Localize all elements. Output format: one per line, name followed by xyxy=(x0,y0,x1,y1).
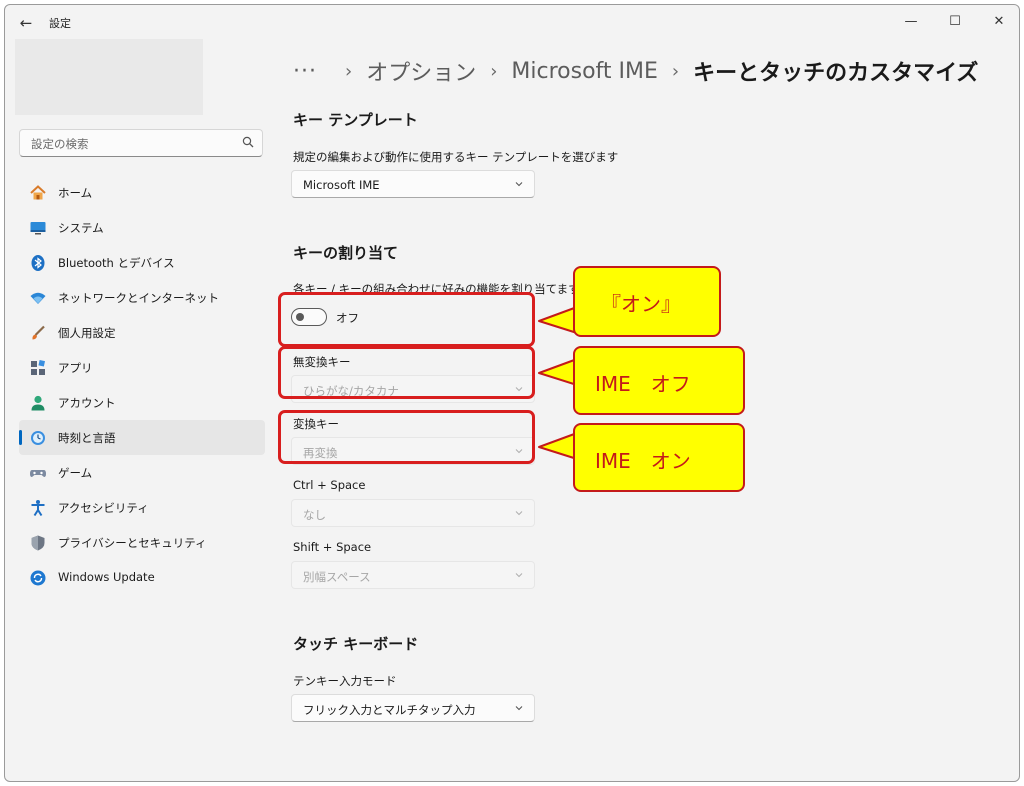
callout-text: IME オフ xyxy=(595,372,691,396)
breadcrumb-separator: › xyxy=(490,60,498,82)
breadcrumb-overflow-button[interactable]: ··· xyxy=(293,59,317,84)
shield-icon xyxy=(31,535,45,551)
callout-pointer-henkan xyxy=(538,432,578,460)
callout-pointer-muhenkan xyxy=(538,358,578,386)
tenkey-mode-label: テンキー入力モード xyxy=(293,674,397,688)
chevron-down-icon xyxy=(515,182,523,187)
chevron-down-icon xyxy=(515,706,523,711)
callout-text: 『オン』 xyxy=(601,292,681,316)
callout-text: IME オン xyxy=(595,449,691,473)
sidebar-item-label: ホーム xyxy=(58,186,93,200)
sidebar-item-personalization[interactable]: 個人用設定 xyxy=(19,315,265,350)
callout-pointer-toggle xyxy=(538,306,578,334)
dropdown-value: なし xyxy=(303,508,326,522)
sidebar-item-label: ネットワークとインターネット xyxy=(58,291,219,305)
sidebar-nav: ホーム システム Bluetooth とデバイス ネットワークとインターネット xyxy=(19,175,265,595)
windows-update-icon xyxy=(30,570,46,586)
callout-ime-on: IME オン xyxy=(573,423,745,492)
account-profile-area[interactable] xyxy=(15,39,203,115)
sidebar-item-label: システム xyxy=(58,221,104,235)
sidebar-item-label: 個人用設定 xyxy=(58,326,116,340)
search-placeholder: 設定の検索 xyxy=(31,137,89,151)
sidebar-item-label: プライバシーとセキュリティ xyxy=(58,536,207,550)
sidebar-item-network[interactable]: ネットワークとインターネット xyxy=(19,280,265,315)
section-title-key-template: キー テンプレート xyxy=(293,111,418,129)
shift-space-dropdown[interactable]: 別幅スペース xyxy=(291,561,535,589)
dropdown-value: フリック入力とマルチタップ入力 xyxy=(303,703,476,717)
sidebar-item-label: アプリ xyxy=(58,361,93,375)
ctrl-space-dropdown[interactable]: なし xyxy=(291,499,535,527)
account-icon xyxy=(31,395,45,411)
sidebar-item-home[interactable]: ホーム xyxy=(19,175,265,210)
breadcrumb: ··· › オプション › Microsoft IME › キーとタッチのカスタ… xyxy=(293,54,978,88)
settings-window: ← 設定 — ☐ ✕ 設定の検索 ホーム システム Bluetooth とデバイ… xyxy=(4,4,1020,782)
breadcrumb-item-microsoft-ime[interactable]: Microsoft IME xyxy=(511,59,657,84)
sidebar-item-label: Windows Update xyxy=(58,570,155,584)
app-title: 設定 xyxy=(49,17,71,30)
bluetooth-icon xyxy=(31,255,45,271)
maximize-button[interactable]: ☐ xyxy=(935,9,975,35)
apps-icon xyxy=(31,359,46,375)
settings-search-input[interactable]: 設定の検索 xyxy=(19,129,263,157)
system-icon xyxy=(30,222,46,235)
sidebar-item-gaming[interactable]: ゲーム xyxy=(19,455,265,490)
sidebar-item-windows-update[interactable]: Windows Update xyxy=(19,560,265,595)
sidebar-item-label: アクセシビリティ xyxy=(58,501,149,515)
sidebar-item-accessibility[interactable]: アクセシビリティ xyxy=(19,490,265,525)
sidebar-item-accounts[interactable]: アカウント xyxy=(19,385,265,420)
breadcrumb-item-options[interactable]: オプション xyxy=(366,55,476,87)
sidebar-item-time-language[interactable]: 時刻と言語 xyxy=(19,420,265,455)
wifi-icon xyxy=(30,292,46,304)
minimize-button[interactable]: — xyxy=(891,9,931,35)
section-title-touch-keyboard: タッチ キーボード xyxy=(293,635,419,653)
chevron-down-icon xyxy=(515,573,523,578)
breadcrumb-separator: › xyxy=(671,60,680,82)
sidebar-item-label: Bluetooth とデバイス xyxy=(58,256,175,270)
sidebar-item-apps[interactable]: アプリ xyxy=(19,350,265,385)
time-language-icon xyxy=(31,431,45,445)
page-title: キーとタッチのカスタマイズ xyxy=(693,61,979,86)
chevron-down-icon xyxy=(515,511,523,516)
sidebar-item-label: アカウント xyxy=(58,396,116,410)
shift-space-label: Shift + Space xyxy=(293,540,372,554)
sidebar-item-label: 時刻と言語 xyxy=(58,431,116,445)
title-bar: ← 設定 — ☐ ✕ xyxy=(5,5,1019,41)
key-template-description: 規定の編集および動作に使用するキー テンプレートを選びます xyxy=(293,150,619,164)
sidebar-item-label: ゲーム xyxy=(58,466,93,480)
brush-icon xyxy=(32,325,45,340)
sidebar-item-privacy[interactable]: プライバシーとセキュリティ xyxy=(19,525,265,560)
breadcrumb-separator: › xyxy=(344,60,353,82)
highlight-toggle xyxy=(278,292,535,347)
back-button[interactable]: ← xyxy=(17,14,35,32)
highlight-muhenkan xyxy=(278,346,535,399)
sidebar-item-system[interactable]: システム xyxy=(19,210,265,245)
highlight-henkan xyxy=(278,410,535,464)
ctrl-space-label: Ctrl + Space xyxy=(293,478,366,492)
dropdown-value: Microsoft IME xyxy=(303,178,380,192)
accessibility-icon xyxy=(31,500,45,517)
key-template-dropdown[interactable]: Microsoft IME xyxy=(291,170,535,198)
close-button[interactable]: ✕ xyxy=(979,9,1019,35)
section-title-key-assign: キーの割り当て xyxy=(293,244,399,262)
dropdown-value: 別幅スペース xyxy=(303,570,371,584)
home-icon xyxy=(30,185,46,200)
callout-toggle-on: 『オン』 xyxy=(573,266,721,337)
active-indicator xyxy=(19,430,22,445)
gamepad-icon xyxy=(30,470,46,477)
sidebar-item-bluetooth[interactable]: Bluetooth とデバイス xyxy=(19,245,265,280)
tenkey-mode-dropdown[interactable]: フリック入力とマルチタップ入力 xyxy=(291,694,535,722)
search-icon xyxy=(242,136,254,148)
callout-ime-off: IME オフ xyxy=(573,346,745,415)
